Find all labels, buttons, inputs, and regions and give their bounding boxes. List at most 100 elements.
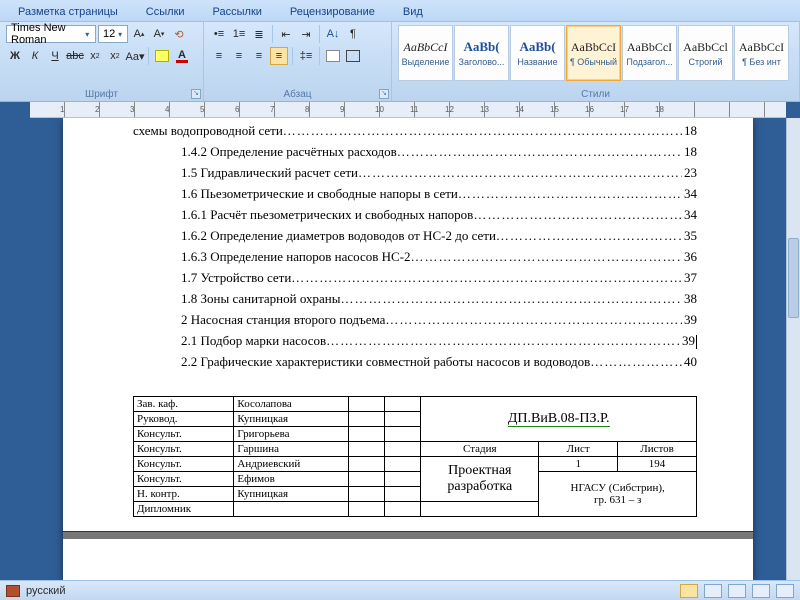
sort-button[interactable]: A↓ <box>324 25 342 43</box>
line-spacing-button[interactable]: ‡≡ <box>297 47 315 65</box>
subscript-button[interactable]: x2 <box>86 47 104 65</box>
stamp-cell: Григорьева <box>234 427 349 442</box>
numbering-button[interactable]: 1≡ <box>230 25 248 43</box>
stamp-cell: Консульт. <box>134 457 234 472</box>
toc-line[interactable]: 1.6.1 Расчёт пьезометрических и свободны… <box>133 207 697 223</box>
toc-line[interactable]: 1.6.3 Определение напоров насосов НС-2……… <box>133 249 697 265</box>
group-styles-label: Стили <box>392 89 799 100</box>
scrollbar-thumb[interactable] <box>788 238 799 318</box>
toc-line[interactable]: 2 Насосная станция второго подъема………………… <box>133 312 697 328</box>
stamp-header: Листов <box>618 442 697 457</box>
change-case-button[interactable]: Aa▾ <box>126 47 144 65</box>
toc-line[interactable]: 1.4.2 Определение расчётных расходов…………… <box>133 144 697 160</box>
ruler-mark: 3 <box>130 105 134 114</box>
align-right-button[interactable]: ≡ <box>250 47 268 65</box>
borders-button[interactable] <box>344 47 362 65</box>
status-bar: русский <box>0 580 800 600</box>
toc-leader: ………………………………………………………………………………………………………… <box>358 165 682 181</box>
stamp-cell <box>385 487 421 502</box>
style-tile[interactable]: AaBb(Название <box>510 25 565 81</box>
document-page[interactable]: схемы водопроводной сети…………………………………………… <box>63 118 753 580</box>
superscript-button[interactable]: x2 <box>106 47 124 65</box>
language-indicator[interactable]: русский <box>26 585 65 597</box>
ruler-mark: 12 <box>445 105 454 114</box>
outline-view-button[interactable] <box>752 584 770 598</box>
font-size-combo[interactable]: 12 ▾ <box>98 25 128 43</box>
style-tile[interactable]: AaBbCcIВыделение <box>398 25 453 81</box>
toc-leader: ………………………………………………………………………………………………………… <box>411 249 682 265</box>
toc-text: 1.5 Гидравлический расчет сети <box>181 165 358 181</box>
stamp-cell <box>349 412 385 427</box>
tab-view[interactable]: Вид <box>389 3 437 21</box>
stamp-cell: Н. контр. <box>134 487 234 502</box>
print-layout-view-button[interactable] <box>680 584 698 598</box>
shrink-font-button[interactable]: A▾ <box>150 25 168 43</box>
book-icon[interactable] <box>6 585 20 597</box>
style-tile[interactable]: AaBb(Заголово... <box>454 25 509 81</box>
separator <box>148 47 149 65</box>
toc-line[interactable]: 1.8 Зоны санитарной охраны……………………………………… <box>133 291 697 307</box>
toc-line[interactable]: 1.5 Гидравлический расчет сети…………………………… <box>133 165 697 181</box>
document-workspace: 123456789101112131415161718 схемы водопр… <box>0 102 800 580</box>
toc-line[interactable]: 1.6.2 Определение диаметров водоводов от… <box>133 228 697 244</box>
clear-formatting-button[interactable]: ⟲ <box>170 25 188 43</box>
stamp-cell: Гаршина <box>234 442 349 457</box>
stamp-cell: Консульт. <box>134 427 234 442</box>
style-tile[interactable]: AaBbCcIПодзагол... <box>622 25 677 81</box>
style-preview: AaBbCcI <box>739 40 784 55</box>
toc-line[interactable]: 2.2 Графические характеристики совместно… <box>133 354 697 370</box>
style-name-label: Заголово... <box>459 57 505 67</box>
toc-line[interactable]: схемы водопроводной сети…………………………………………… <box>133 123 697 139</box>
font-dialog-launcher[interactable]: ↘ <box>191 89 201 99</box>
ribbon-tabs: Разметка страницы Ссылки Рассылки Реценз… <box>0 0 800 22</box>
align-justify-button[interactable]: ≡ <box>270 47 288 65</box>
full-screen-view-button[interactable] <box>704 584 722 598</box>
toc-text: 1.6.1 Расчёт пьезометрических и свободны… <box>181 207 473 223</box>
chevron-down-icon: ▾ <box>117 30 123 39</box>
toc-line[interactable]: 2.1 Подбор марки насосов…………………………………………… <box>133 333 697 349</box>
toc-line[interactable]: 1.6 Пьезометрические и свободные напоры … <box>133 186 697 202</box>
tab-mailings[interactable]: Рассылки <box>199 3 276 21</box>
stamp-cell: Консульт. <box>134 442 234 457</box>
toc-leader: ………………………………………………………………………………………………………… <box>340 291 682 307</box>
italic-button[interactable]: К <box>26 47 44 65</box>
style-tile[interactable]: AaBbCcI¶ Обычный <box>566 25 621 81</box>
ruler-mark: 5 <box>200 105 204 114</box>
show-marks-button[interactable]: ¶ <box>344 25 362 43</box>
stamp-cell <box>349 457 385 472</box>
bullets-button[interactable]: •≡ <box>210 25 228 43</box>
font-name-combo[interactable]: Times New Roman ▾ <box>6 25 96 43</box>
toc-line[interactable]: 1.7 Устройство сети………………………………………………………… <box>133 270 697 286</box>
bold-button[interactable]: Ж <box>6 47 24 65</box>
horizontal-ruler[interactable]: 123456789101112131415161718 <box>30 102 786 118</box>
stamp-cell <box>385 427 421 442</box>
stamp-cell <box>349 472 385 487</box>
draft-view-button[interactable] <box>776 584 794 598</box>
stamp-cell: Косолапова <box>234 397 349 412</box>
web-layout-view-button[interactable] <box>728 584 746 598</box>
align-center-button[interactable]: ≡ <box>230 47 248 65</box>
decrease-indent-button[interactable]: ⇤ <box>277 25 295 43</box>
highlight-button[interactable] <box>153 47 171 65</box>
toc-text: 1.7 Устройство сети <box>181 270 291 286</box>
paragraph-dialog-launcher[interactable]: ↘ <box>379 89 389 99</box>
toc-page-number: 38 <box>682 291 697 307</box>
underline-button[interactable]: Ч <box>46 47 64 65</box>
grow-font-button[interactable]: A▴ <box>130 25 148 43</box>
increase-indent-button[interactable]: ⇥ <box>297 25 315 43</box>
ruler-mark: 2 <box>95 105 99 114</box>
style-tile[interactable]: AaBbCcI¶ Без инт <box>734 25 789 81</box>
style-tile[interactable]: AaBbCclСтрогий <box>678 25 733 81</box>
style-gallery[interactable]: AaBbCcIВыделениеAaBb(Заголово...AaBb(Наз… <box>398 25 793 81</box>
tab-page-layout[interactable]: Разметка страницы <box>4 3 132 21</box>
font-color-button[interactable]: A <box>173 47 191 65</box>
stamp-cell <box>385 472 421 487</box>
tab-references[interactable]: Ссылки <box>132 3 199 21</box>
strike-button[interactable]: abc <box>66 47 84 65</box>
tab-review[interactable]: Рецензирование <box>276 3 389 21</box>
vertical-scrollbar[interactable] <box>786 118 800 580</box>
multilevel-button[interactable]: ≣ <box>250 25 268 43</box>
shading-button[interactable] <box>324 47 342 65</box>
ruler-mark: 9 <box>340 105 344 114</box>
align-left-button[interactable]: ≡ <box>210 47 228 65</box>
